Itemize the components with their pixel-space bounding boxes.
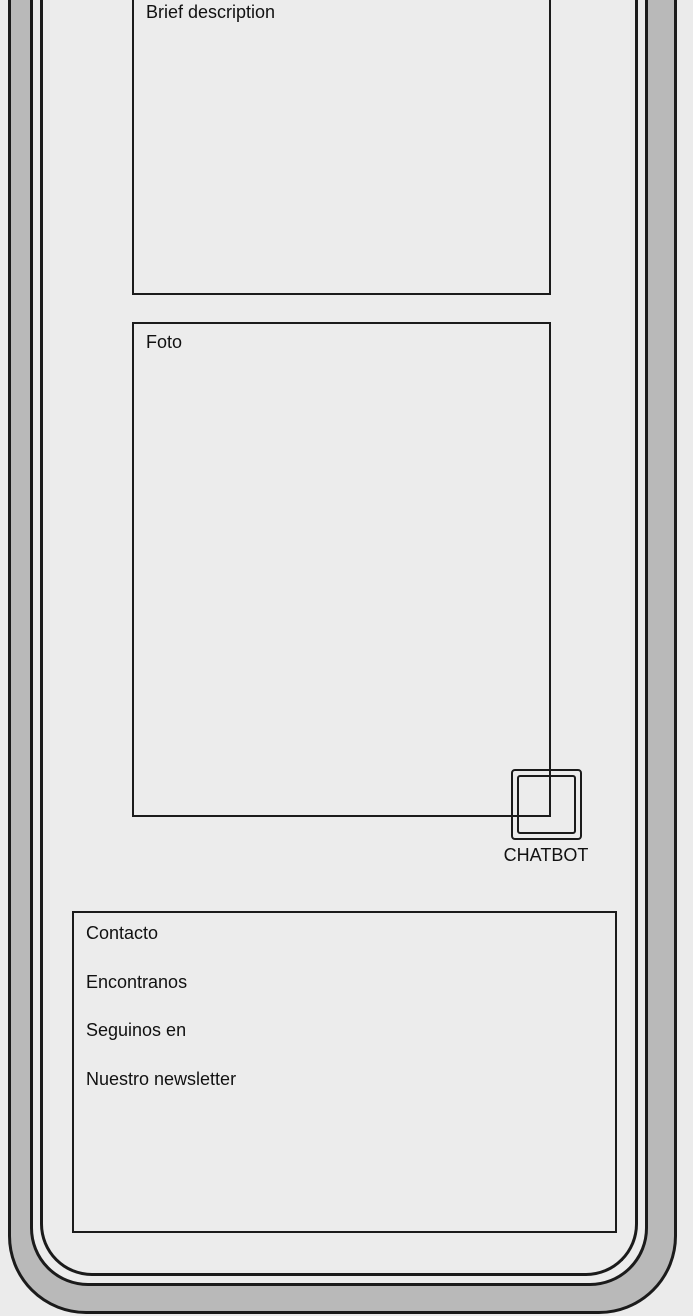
chatbot-label[interactable]: CHATBOT xyxy=(500,845,592,866)
footer-panel: Contacto Encontranos Seguinos en Nuestro… xyxy=(72,911,617,1233)
brief-description-label: Brief description xyxy=(146,2,276,22)
footer-link-newsletter[interactable]: Nuestro newsletter xyxy=(86,1069,236,1090)
footer-link-contacto[interactable]: Contacto xyxy=(86,923,158,944)
footer-link-encontranos[interactable]: Encontranos xyxy=(86,972,187,993)
footer-link-seguinos[interactable]: Seguinos en xyxy=(86,1020,186,1041)
brief-description-panel: Brief description xyxy=(132,0,551,295)
chat-window-icon[interactable] xyxy=(511,769,582,840)
photo-label: Foto xyxy=(146,332,183,352)
photo-panel: Foto xyxy=(132,322,551,817)
phone-wireframe: Brief description Foto CHATBOT Contacto … xyxy=(0,0,693,1316)
